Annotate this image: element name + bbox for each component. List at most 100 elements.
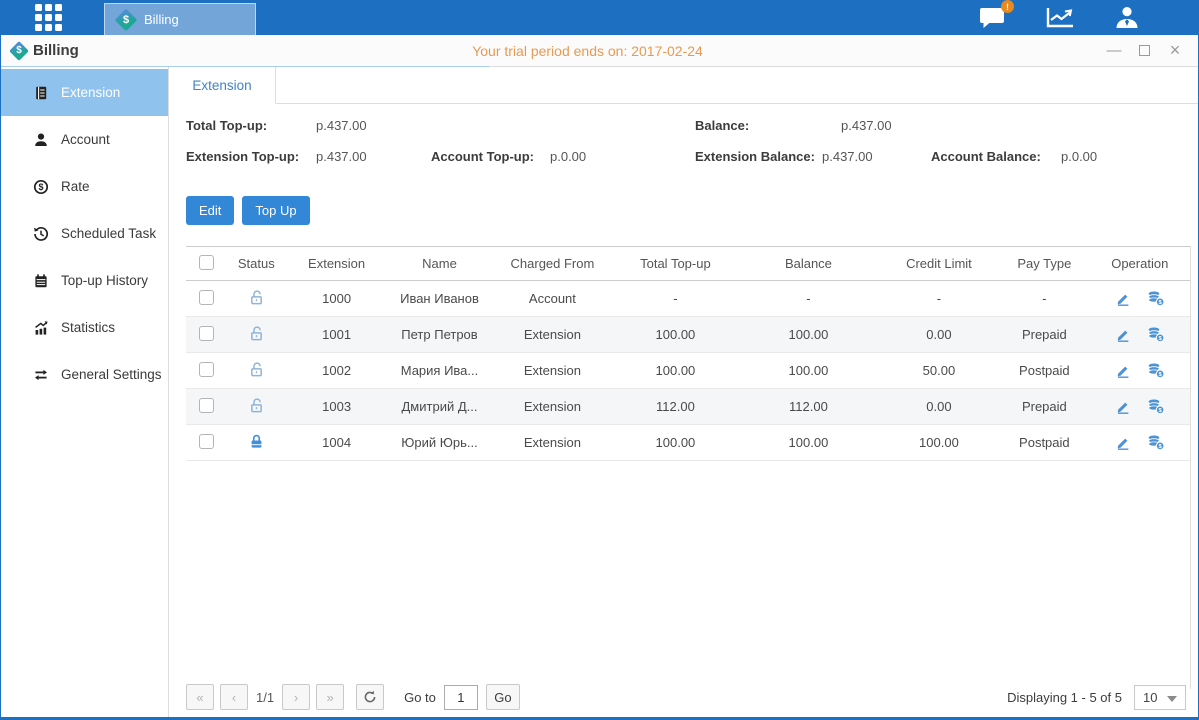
cell-charged-from: Extension xyxy=(492,353,612,389)
cell-credit-limit: 100.00 xyxy=(879,425,999,461)
edit-pencil-icon xyxy=(1115,291,1131,307)
next-page-button[interactable]: › xyxy=(282,684,310,710)
edit-pencil-icon xyxy=(1115,327,1131,343)
sidebar-label: Scheduled Task xyxy=(61,226,156,241)
col-pay-type: Pay Type xyxy=(999,247,1089,281)
topup-row-button[interactable]: $ xyxy=(1147,326,1165,343)
cell-extension: 1002 xyxy=(286,353,386,389)
cell-charged-from: Extension xyxy=(492,317,612,353)
sidebar-item-scheduled-task[interactable]: Scheduled Task xyxy=(1,210,168,257)
tab-strip: Extension xyxy=(169,67,1198,104)
row-checkbox[interactable] xyxy=(199,362,214,377)
cell-credit-limit: 0.00 xyxy=(879,389,999,425)
goto-label: Go to xyxy=(404,690,436,705)
edit-pencil-icon xyxy=(1115,363,1131,379)
balance-value: p.437.00 xyxy=(841,118,892,133)
cell-balance: - xyxy=(738,281,879,317)
sidebar-item-statistics[interactable]: Statistics xyxy=(1,304,168,351)
main-content: Extension Total Top-up: p.437.00 Balance… xyxy=(169,67,1198,717)
edit-row-button[interactable] xyxy=(1115,399,1131,415)
reports-chart-icon[interactable] xyxy=(1046,7,1074,28)
cell-extension: 1003 xyxy=(286,389,386,425)
topup-row-button[interactable]: $ xyxy=(1147,290,1165,307)
notifications-icon[interactable]: ! xyxy=(979,6,1006,29)
prev-page-button[interactable]: ‹ xyxy=(220,684,248,710)
sidebar-item-topup-history[interactable]: Top-up History xyxy=(1,257,168,304)
sidebar-item-general-settings[interactable]: General Settings xyxy=(1,351,168,398)
edit-row-button[interactable] xyxy=(1115,363,1131,379)
cell-pay-type: Prepaid xyxy=(999,317,1089,353)
cell-extension: 1001 xyxy=(286,317,386,353)
tab-extension[interactable]: Extension xyxy=(169,67,276,104)
app-tab-label: Billing xyxy=(144,12,179,27)
first-page-button[interactable]: « xyxy=(186,684,214,710)
col-operation: Operation xyxy=(1090,247,1190,281)
sidebar-item-rate[interactable]: $ Rate xyxy=(1,163,168,210)
extension-table: Status Extension Name Charged From Total… xyxy=(186,246,1190,461)
window-title: Billing xyxy=(9,41,79,61)
cell-status xyxy=(226,389,286,425)
minimize-icon[interactable]: — xyxy=(1107,44,1121,58)
cell-total-topup: 100.00 xyxy=(613,317,739,353)
sidebar: Extension Account $ Rate Scheduled Task … xyxy=(1,67,169,717)
cell-balance: 100.00 xyxy=(738,425,879,461)
cell-status xyxy=(226,317,286,353)
unlocked-icon xyxy=(248,361,265,378)
statistics-icon xyxy=(33,320,49,336)
col-name: Name xyxy=(387,247,492,281)
goto-page-input[interactable] xyxy=(444,685,478,710)
go-button[interactable]: Go xyxy=(486,684,520,710)
edit-row-button[interactable] xyxy=(1115,327,1131,343)
table-row: 1004Юрий Юрь...Extension100.00100.00100.… xyxy=(186,425,1190,461)
cell-credit-limit: 50.00 xyxy=(879,353,999,389)
edit-row-button[interactable] xyxy=(1115,291,1131,307)
app-tab-billing[interactable]: Billing xyxy=(104,3,256,35)
cell-name: Юрий Юрь... xyxy=(387,425,492,461)
topup-coins-icon: $ xyxy=(1147,398,1165,415)
cell-total-topup: 112.00 xyxy=(613,389,739,425)
close-icon[interactable]: × xyxy=(1168,44,1182,58)
settings-sliders-icon xyxy=(33,367,49,383)
topup-coins-icon: $ xyxy=(1147,362,1165,379)
last-page-button[interactable]: » xyxy=(316,684,344,710)
refresh-button[interactable] xyxy=(356,684,384,710)
balance-summary: Total Top-up: p.437.00 Balance: p.437.00… xyxy=(169,118,1198,184)
select-all-checkbox[interactable] xyxy=(199,255,214,270)
row-checkbox[interactable] xyxy=(199,326,214,341)
sidebar-item-account[interactable]: Account xyxy=(1,116,168,163)
topup-coins-icon: $ xyxy=(1147,290,1165,307)
account-topup-value: p.0.00 xyxy=(550,149,586,164)
journal-icon xyxy=(33,85,49,101)
cell-status xyxy=(226,425,286,461)
user-account-icon[interactable] xyxy=(1114,6,1140,29)
sidebar-item-extension[interactable]: Extension xyxy=(1,69,168,116)
row-checkbox[interactable] xyxy=(199,398,214,413)
cell-credit-limit: - xyxy=(879,281,999,317)
cell-pay-type: Prepaid xyxy=(999,389,1089,425)
toolbar: Edit Top Up xyxy=(186,196,1198,225)
topbar-right-icons: ! xyxy=(979,0,1198,35)
edit-row-button[interactable] xyxy=(1115,435,1131,451)
cell-balance: 100.00 xyxy=(738,353,879,389)
window-title-text: Billing xyxy=(33,42,79,59)
col-credit-limit: Credit Limit xyxy=(879,247,999,281)
topup-row-button[interactable]: $ xyxy=(1147,398,1165,415)
topup-row-button[interactable]: $ xyxy=(1147,362,1165,379)
topup-coins-icon: $ xyxy=(1147,434,1165,451)
unlocked-icon xyxy=(248,289,265,306)
page-size-value: 10 xyxy=(1143,690,1157,705)
row-checkbox[interactable] xyxy=(199,434,214,449)
topup-row-button[interactable]: $ xyxy=(1147,434,1165,451)
page-size-select[interactable]: 10 xyxy=(1134,685,1186,710)
row-checkbox[interactable] xyxy=(199,290,214,305)
window-titlebar: Billing Your trial period ends on: 2017-… xyxy=(1,35,1198,67)
maximize-icon[interactable] xyxy=(1139,45,1150,56)
cell-status xyxy=(226,353,286,389)
billing-window: Billing ! Billing Your trial period ends… xyxy=(0,0,1199,720)
edit-pencil-icon xyxy=(1115,435,1131,451)
edit-button[interactable]: Edit xyxy=(186,196,234,225)
apps-grid-icon[interactable] xyxy=(35,4,62,31)
cell-charged-from: Extension xyxy=(492,389,612,425)
top-up-button[interactable]: Top Up xyxy=(242,196,309,225)
sidebar-label: Top-up History xyxy=(61,273,148,288)
